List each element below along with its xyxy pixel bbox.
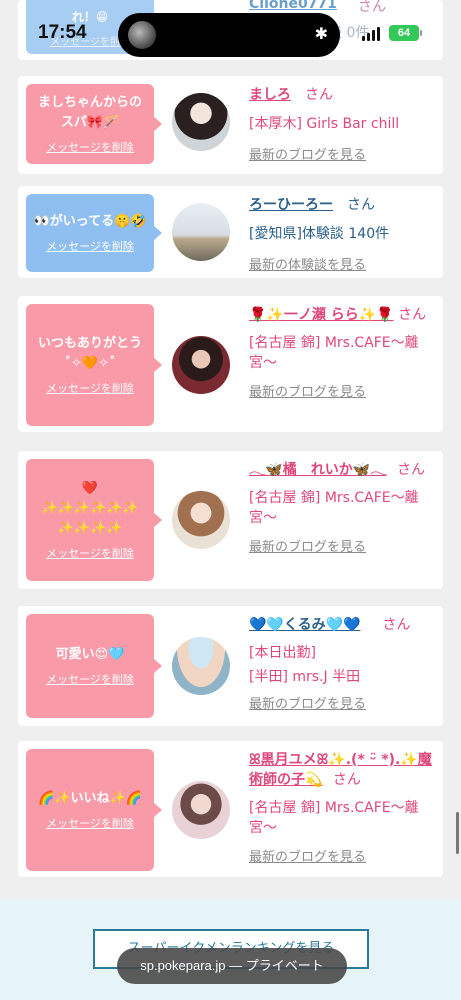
status-bar: 17:54 ✱ 64 — [0, 0, 461, 62]
delete-message-link[interactable]: メッセージを削除 — [46, 139, 134, 155]
work-status: [本日出勤] — [249, 645, 316, 661]
shop-info: [本厚木] Girls Bar chill — [249, 116, 400, 132]
sender-name-link[interactable]: 𓂃🦋橘 れいか🦋𓂃 — [249, 462, 387, 478]
sender-name-link[interactable]: ましろ — [249, 87, 291, 103]
message-bubble: ❤️ ✨✨✨✨✨✨ ✨✨✨✨ メッセージを削除 — [26, 459, 162, 581]
message-text: 👀がいってる🤫🤣 — [33, 213, 147, 229]
sender-name-link[interactable]: 🌹✨一ノ瀬 らら✨🌹 — [249, 307, 394, 323]
message-text: いつもありがとう˚✧🧡✧˚ — [37, 335, 142, 371]
honorific: さん — [332, 772, 361, 788]
delete-message-link[interactable]: メッセージを削除 — [46, 545, 134, 561]
dynamic-island: ✱ — [118, 13, 340, 57]
review-info: [愛知県]体験談 140件 — [249, 226, 390, 242]
message-text: 可愛い😍🩵 — [55, 646, 125, 662]
message-bubble: 👀がいってる🤫🤣 メッセージを削除 — [26, 194, 162, 272]
message-bubble: ましちゃんからのスパ🎀🪄 メッセージを削除 — [26, 84, 162, 164]
status-time: 17:54 — [38, 22, 87, 43]
shop-info: [名古屋 錦] Mrs.CAFE〜離宮〜 — [249, 490, 419, 526]
honorific: さん — [382, 617, 411, 633]
latest-review-link[interactable]: 最新の体験談を見る — [249, 256, 439, 276]
scrollbar[interactable] — [456, 812, 459, 854]
latest-blog-link[interactable]: 最新のブログを見る — [249, 146, 439, 166]
delete-message-link[interactable]: メッセージを削除 — [46, 671, 134, 687]
message-card: ❤️ ✨✨✨✨✨✨ ✨✨✨✨ メッセージを削除 𓂃🦋橘 れいか🦋𓂃 さん [名古… — [18, 451, 443, 589]
honorific: さん — [397, 462, 426, 478]
shop-info: [名古屋 錦] Mrs.CAFE〜離宮〜 — [249, 335, 419, 371]
message-card: 👀がいってる🤫🤣 メッセージを削除 ろーひーろー さん [愛知県]体験談 140件… — [18, 186, 443, 278]
avatar[interactable] — [172, 203, 230, 261]
bluetooth-icon: ✱ — [314, 24, 328, 43]
delete-message-link[interactable]: メッセージを削除 — [46, 380, 134, 396]
latest-blog-link[interactable]: 最新のブログを見る — [249, 538, 439, 558]
avatar[interactable] — [172, 93, 230, 151]
shop-info: [名古屋 錦] Mrs.CAFE〜離宮〜 — [249, 800, 419, 836]
message-card: 🌈✨いいね✨🌈 メッセージを削除 ꕤ黒月ユメꕤ✨.(* ᵕ̈ *).✨魔術師の子… — [18, 741, 443, 877]
message-text: ましちゃんからのスパ🎀🪄 — [37, 94, 142, 130]
message-bubble: いつもありがとう˚✧🧡✧˚ メッセージを削除 — [26, 304, 162, 426]
avatar[interactable] — [172, 637, 230, 695]
avatar[interactable] — [172, 781, 230, 839]
message-bubble: 可愛い😍🩵 メッセージを削除 — [26, 614, 162, 718]
battery-icon: 64 — [389, 25, 422, 41]
url-bar[interactable]: sp.pokepara.jp — プライベート — [117, 948, 347, 984]
latest-blog-link[interactable]: 最新のブログを見る — [249, 695, 439, 715]
message-text: 🌈✨いいね✨🌈 — [38, 790, 142, 806]
delete-message-link[interactable]: メッセージを削除 — [46, 238, 134, 254]
message-card: 可愛い😍🩵 メッセージを削除 💙🩵くるみ🩵💙 さん [本日出勤] [半田] mrs… — [18, 606, 443, 726]
latest-blog-link[interactable]: 最新のブログを見る — [249, 383, 439, 403]
shop-info: [半田] mrs.J 半田 — [249, 669, 361, 685]
now-playing-thumbnail — [128, 21, 156, 49]
message-text: ❤️ ✨✨✨✨✨✨ ✨✨✨✨ — [41, 480, 139, 537]
cellular-signal-icon — [362, 27, 380, 41]
avatar[interactable] — [172, 336, 230, 394]
honorific: さん — [347, 197, 375, 213]
honorific: さん — [398, 307, 427, 323]
latest-blog-link[interactable]: 最新のブログを見る — [249, 848, 439, 868]
sender-name-link[interactable]: ろーひーろー — [249, 197, 333, 213]
delete-message-link[interactable]: メッセージを削除 — [46, 815, 134, 831]
message-card: ましちゃんからのスパ🎀🪄 メッセージを削除 ましろ さん [本厚木] Girls … — [18, 76, 443, 174]
message-bubble: 🌈✨いいね✨🌈 メッセージを削除 — [26, 749, 162, 871]
sender-name-link[interactable]: 💙🩵くるみ🩵💙 — [249, 617, 360, 633]
message-card: いつもありがとう˚✧🧡✧˚ メッセージを削除 🌹✨一ノ瀬 らら✨🌹 さん [名古… — [18, 296, 443, 432]
honorific: さん — [305, 87, 333, 103]
avatar[interactable] — [172, 491, 230, 549]
